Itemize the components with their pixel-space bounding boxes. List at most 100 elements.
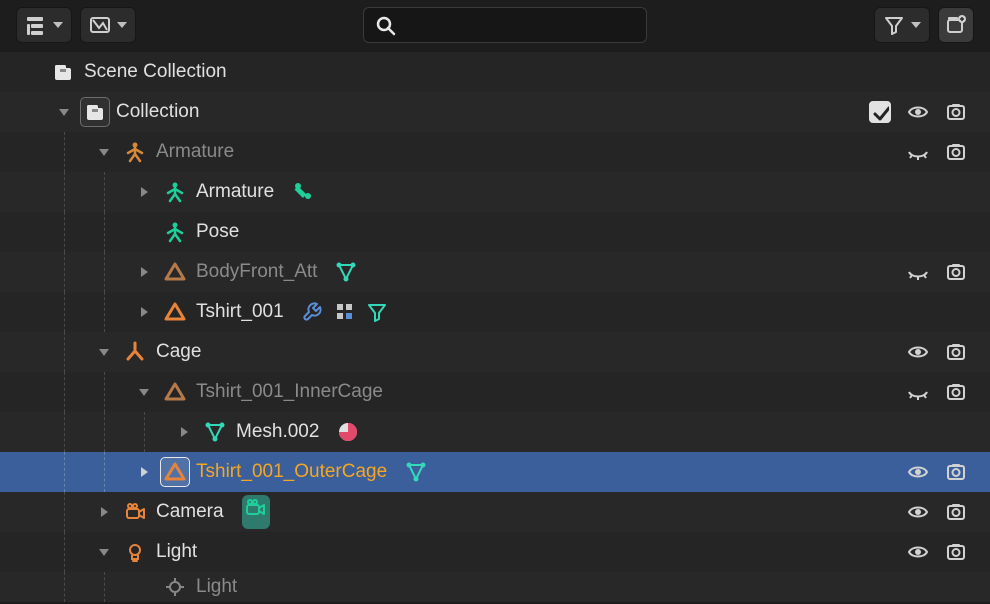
- empty-icon: [124, 341, 146, 363]
- visibility-toggle[interactable]: [906, 540, 930, 564]
- collection-icon: [52, 61, 74, 83]
- funnel-icon: [883, 14, 905, 36]
- disclosure-toggle[interactable]: [96, 349, 112, 356]
- disclosure-toggle[interactable]: [56, 109, 72, 116]
- pose-icon: [164, 221, 186, 243]
- disclosure-toggle[interactable]: [96, 549, 112, 556]
- camera-render-icon: [945, 381, 967, 403]
- render-toggle[interactable]: [944, 380, 968, 404]
- filter-dropdown[interactable]: [874, 7, 930, 43]
- row-bodyfront[interactable]: BodyFront_Att: [0, 252, 990, 292]
- row-pose[interactable]: Pose: [0, 212, 990, 252]
- row-armature-data[interactable]: Armature: [0, 172, 990, 212]
- camera-render-icon: [945, 261, 967, 283]
- armature-icon: [124, 141, 146, 163]
- row-mesh002[interactable]: Mesh.002: [0, 412, 990, 452]
- camera-render-icon: [945, 341, 967, 363]
- row-camera[interactable]: Camera: [0, 492, 990, 532]
- visibility-toggle[interactable]: [906, 260, 930, 284]
- material-icon: [337, 421, 359, 443]
- bone-icon: [292, 180, 316, 204]
- disclosure-toggle[interactable]: [136, 467, 152, 477]
- camera-render-icon: [945, 101, 967, 123]
- camera-data-icon: [244, 497, 268, 521]
- eye-icon: [907, 501, 929, 523]
- scene-collection-label: Scene Collection: [84, 61, 227, 83]
- display-mode-dropdown[interactable]: [16, 7, 72, 43]
- mesh-icon: [164, 301, 186, 323]
- exclude-checkbox[interactable]: [868, 100, 892, 124]
- disclosure-toggle[interactable]: [96, 507, 112, 517]
- mesh002-label: Mesh.002: [236, 421, 319, 443]
- light-label: Light: [156, 541, 197, 563]
- row-collection[interactable]: Collection: [0, 92, 990, 132]
- view-mode-dropdown[interactable]: [80, 7, 136, 43]
- vertex-groups-icon: [334, 301, 356, 323]
- visibility-toggle[interactable]: [906, 340, 930, 364]
- row-innercage[interactable]: Tshirt_001_InnerCage: [0, 372, 990, 412]
- eye-closed-icon: [907, 141, 929, 163]
- render-toggle[interactable]: [944, 500, 968, 524]
- disclosure-toggle[interactable]: [136, 267, 152, 277]
- camera-render-icon: [945, 541, 967, 563]
- search-icon: [374, 14, 396, 36]
- camera-icon: [124, 501, 146, 523]
- outercage-label: Tshirt_001_OuterCage: [196, 461, 387, 483]
- disclosure-toggle[interactable]: [176, 427, 192, 437]
- eye-icon: [907, 461, 929, 483]
- eye-closed-icon: [907, 261, 929, 283]
- row-scene-collection[interactable]: Scene Collection: [0, 52, 990, 92]
- light-icon: [124, 541, 146, 563]
- eye-icon: [907, 341, 929, 363]
- armature-data-icon: [164, 181, 186, 203]
- light-data-icon: [164, 576, 186, 598]
- row-armature-object[interactable]: Armature: [0, 132, 990, 172]
- render-toggle[interactable]: [944, 540, 968, 564]
- outliner-header: [0, 0, 990, 50]
- mesh-data-icon: [204, 421, 226, 443]
- innercage-label: Tshirt_001_InnerCage: [196, 381, 383, 403]
- mesh-data-icon: [366, 301, 388, 323]
- bodyfront-label: BodyFront_Att: [196, 261, 317, 283]
- row-outercage[interactable]: Tshirt_001_OuterCage: [0, 452, 990, 492]
- visibility-toggle[interactable]: [906, 140, 930, 164]
- collection-label: Collection: [116, 101, 199, 123]
- active-camera-badge: [242, 495, 270, 529]
- render-toggle[interactable]: [944, 140, 968, 164]
- eye-closed-icon: [907, 381, 929, 403]
- render-toggle[interactable]: [944, 340, 968, 364]
- render-toggle[interactable]: [944, 460, 968, 484]
- visibility-toggle[interactable]: [906, 380, 930, 404]
- new-collection-button[interactable]: [938, 7, 974, 43]
- camera-render-icon: [945, 141, 967, 163]
- camera-render-icon: [945, 461, 967, 483]
- mesh-data-icon: [335, 261, 357, 283]
- cage-label: Cage: [156, 341, 201, 363]
- visibility-toggle[interactable]: [906, 500, 930, 524]
- collection-icon: [84, 101, 106, 123]
- disclosure-toggle[interactable]: [136, 307, 152, 317]
- render-toggle[interactable]: [944, 100, 968, 124]
- camera-render-icon: [945, 501, 967, 523]
- new-collection-icon: [945, 14, 967, 36]
- search-input[interactable]: [404, 15, 636, 36]
- render-toggle[interactable]: [944, 260, 968, 284]
- modifier-icon: [302, 301, 324, 323]
- outliner-tree: Scene Collection Collection Armature: [0, 50, 990, 602]
- pose-label: Pose: [196, 221, 239, 243]
- visibility-toggle[interactable]: [906, 100, 930, 124]
- check-icon: [871, 103, 889, 121]
- row-cage[interactable]: Cage: [0, 332, 990, 372]
- disclosure-toggle[interactable]: [136, 187, 152, 197]
- row-light[interactable]: Light: [0, 532, 990, 572]
- search-box[interactable]: [363, 7, 647, 43]
- row-light-data[interactable]: Light: [0, 572, 990, 602]
- visibility-toggle[interactable]: [906, 460, 930, 484]
- row-tshirt[interactable]: Tshirt_001: [0, 292, 990, 332]
- mesh-data-icon: [405, 461, 427, 483]
- mesh-icon: [164, 461, 186, 483]
- mesh-icon: [164, 261, 186, 283]
- disclosure-toggle[interactable]: [96, 149, 112, 156]
- eye-icon: [907, 541, 929, 563]
- disclosure-toggle[interactable]: [136, 389, 152, 396]
